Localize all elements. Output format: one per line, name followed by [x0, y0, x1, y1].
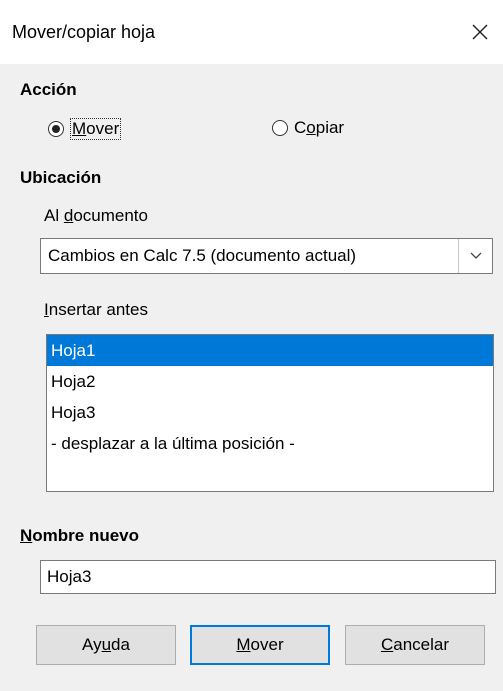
move-radio-label: Mover: [70, 118, 122, 140]
document-select-value: Cambios en Calc 7.5 (documento actual): [48, 246, 357, 265]
copy-radio-circle[interactable]: [272, 120, 288, 136]
insert-before-label: Insertar antes: [44, 300, 148, 319]
insert-before-list[interactable]: Hoja1 Hoja2 Hoja3 - desplazar a la últim…: [46, 334, 494, 492]
move-radio[interactable]: Mover: [48, 118, 122, 140]
location-heading: Ubicación: [20, 168, 102, 187]
close-button[interactable]: [457, 0, 503, 64]
window-title: Mover/copiar hoja: [12, 22, 156, 42]
radio-selected-dot: [52, 125, 60, 133]
new-name-input[interactable]: Hoja3: [40, 560, 496, 594]
move-button[interactable]: Mover: [190, 625, 330, 665]
cancel-button[interactable]: Cancelar: [345, 625, 485, 665]
document-select[interactable]: Cambios en Calc 7.5 (documento actual): [40, 238, 493, 274]
list-item[interactable]: Hoja3: [47, 397, 493, 428]
move-radio-circle[interactable]: [48, 121, 64, 137]
title-bar: Mover/copiar hoja: [0, 0, 503, 64]
help-button[interactable]: Ay u da: [36, 625, 176, 665]
chevron-down-icon: [470, 252, 481, 259]
document-select-arrow[interactable]: [458, 239, 492, 273]
document-label: Al documento: [44, 206, 148, 225]
copy-radio-label: Copiar: [294, 118, 345, 137]
move-copy-sheet-dialog: Mover/copiar hoja Acción Mover Copiar Ub…: [0, 0, 503, 691]
list-item[interactable]: Hoja2: [47, 366, 493, 397]
action-heading: Acción: [20, 80, 77, 99]
new-name-heading: Nombre nuevo: [20, 526, 140, 545]
close-icon: [472, 24, 488, 40]
copy-radio[interactable]: Copiar: [272, 118, 344, 138]
list-item[interactable]: - desplazar a la última posición -: [47, 428, 493, 459]
list-item[interactable]: Hoja1: [47, 335, 493, 366]
